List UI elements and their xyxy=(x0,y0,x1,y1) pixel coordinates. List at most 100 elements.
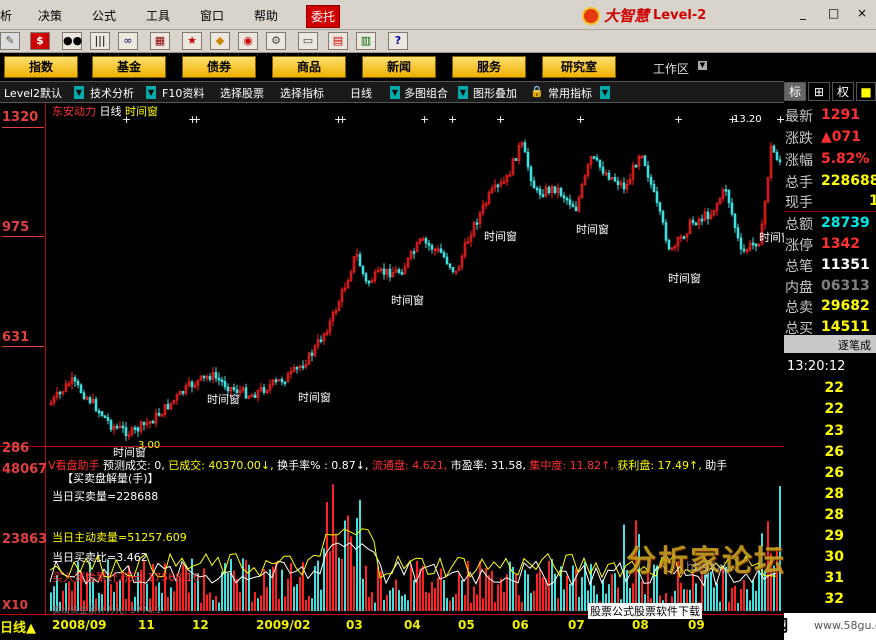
toolbar-common-indicators[interactable]: 常用指标 xyxy=(548,85,592,101)
grid-icon[interactable]: ▦ xyxy=(150,32,170,50)
dropdown-arrow-icon[interactable]: ▼ xyxy=(146,86,156,99)
menu-item-tools[interactable]: 工具 xyxy=(146,7,170,24)
volume-stat-turnover: 换手率% : 0.87↓, xyxy=(277,459,369,471)
chevron-down-icon[interactable]: ▼ xyxy=(698,61,707,70)
candle xyxy=(682,236,686,239)
volume-tick: X10 xyxy=(2,598,28,612)
volume-bar xyxy=(266,587,268,611)
toolbar-select-stock[interactable]: 选择股票 xyxy=(220,85,264,101)
quote-value: ▲071 xyxy=(821,129,861,145)
nav-button-commodity[interactable]: 商品 xyxy=(272,56,346,78)
volume-bar xyxy=(227,572,229,611)
volume-bar xyxy=(347,515,349,611)
price-tick: 1320 xyxy=(2,110,39,125)
volume-bar xyxy=(245,560,247,611)
dropdown-arrow-icon[interactable]: ▼ xyxy=(458,86,468,99)
candle xyxy=(295,366,299,370)
menu-item-window[interactable]: 窗口 xyxy=(200,7,224,24)
nav-button-service[interactable]: 服务 xyxy=(452,56,526,78)
watermark-site-url: www.58gu.com xyxy=(814,619,876,632)
candle xyxy=(400,272,404,275)
menu-bar: 析 决策 公式 工具 窗口 帮助 委托 大智慧 Level-2 _ □ × xyxy=(0,0,876,30)
volume-stat-profit: 获利盘: 17.49↑, xyxy=(617,459,702,471)
volume-bar xyxy=(512,566,514,611)
tab-rights[interactable]: 权 xyxy=(832,82,854,101)
volume-bar xyxy=(713,587,715,611)
monitor-icon[interactable]: ▭ xyxy=(298,32,318,50)
x-axis-label: 07 xyxy=(568,618,585,632)
candle xyxy=(730,202,734,215)
books-icon[interactable]: ▥ xyxy=(356,32,376,50)
candle xyxy=(700,218,704,222)
tick-volume: 26 xyxy=(824,444,844,460)
star-icon[interactable]: ★ xyxy=(182,32,202,50)
nav-button-index[interactable]: 指数 xyxy=(4,56,78,78)
volume-stat-assistant: 助手 xyxy=(705,459,728,471)
active-buy-volume: 当日主动卖量=51257.609 xyxy=(52,531,187,544)
candle xyxy=(166,403,170,410)
barcode-icon[interactable]: ||| xyxy=(90,32,110,50)
edit-icon[interactable]: ✎ xyxy=(0,32,20,50)
volume-bar xyxy=(374,602,376,611)
maximize-button[interactable]: □ xyxy=(828,6,839,20)
lock-icon[interactable]: 🔒 xyxy=(530,85,544,98)
nav-button-fund[interactable]: 基金 xyxy=(92,56,166,78)
tick-time: 13:20:12 xyxy=(787,359,846,374)
app-window: 析 决策 公式 工具 窗口 帮助 委托 大智慧 Level-2 _ □ × ✎ … xyxy=(0,0,876,640)
menu-item-analysis[interactable]: 析 xyxy=(0,7,12,24)
tab-quote[interactable]: 标 xyxy=(784,82,806,101)
nav-button-bond[interactable]: 债券 xyxy=(182,56,256,78)
volume-bar xyxy=(503,591,505,611)
volume-bar xyxy=(440,568,442,611)
tab-grid[interactable]: ⊞ xyxy=(808,82,830,101)
minimize-button[interactable]: _ xyxy=(800,6,806,20)
diamond-icon[interactable]: ◆ xyxy=(210,32,230,50)
toolbar-overlay[interactable]: 图形叠加 xyxy=(473,85,517,101)
candle xyxy=(439,248,443,253)
toolbar-period[interactable]: 日线 xyxy=(350,85,372,101)
candle xyxy=(754,243,758,247)
nav-button-news[interactable]: 新闻 xyxy=(362,56,436,78)
candle xyxy=(565,197,569,201)
ticks-header[interactable]: 逐笔成 xyxy=(784,335,876,353)
volume-bar xyxy=(488,575,490,611)
volume-bar xyxy=(743,580,745,611)
buy-sell-ratio: 当日买卖比=3.462 xyxy=(52,551,148,564)
candle xyxy=(283,381,287,385)
window-icon[interactable]: ▤ xyxy=(328,32,348,50)
help-cursor-icon[interactable]: ? xyxy=(388,32,408,50)
toolbar-level2-default[interactable]: Level2默认 xyxy=(4,85,62,101)
time-window-label: 时间窗 xyxy=(484,230,517,243)
volume-bar xyxy=(263,569,265,611)
period-footer[interactable]: 日线▲ xyxy=(0,617,45,636)
volume-bar xyxy=(461,579,463,611)
dropdown-arrow-icon[interactable]: ▼ xyxy=(390,86,400,99)
toolbar-select-indicator[interactable]: 选择指标 xyxy=(280,85,324,101)
menu-item-trade[interactable]: 委托 xyxy=(306,5,341,28)
close-button[interactable]: × xyxy=(857,6,867,20)
toolbar-multi-chart[interactable]: 多图组合 xyxy=(404,85,448,101)
work-area-label[interactable]: 工作区 xyxy=(653,60,689,77)
candle xyxy=(751,242,755,246)
volume-tick: 23863 xyxy=(2,532,48,547)
toolbar-f10[interactable]: F10资料 xyxy=(162,85,204,101)
eye-icon[interactable]: ◉ xyxy=(238,32,258,50)
candle xyxy=(220,379,224,383)
menu-item-help[interactable]: 帮助 xyxy=(254,7,278,24)
volume-bar xyxy=(209,592,211,611)
toolbar-technical[interactable]: 技术分析 xyxy=(90,85,134,101)
tab-more[interactable]: ■ xyxy=(856,82,876,101)
glasses-icon[interactable]: ●● xyxy=(62,32,82,50)
menu-item-decision[interactable]: 决策 xyxy=(38,7,62,24)
dropdown-arrow-icon[interactable]: ▼ xyxy=(74,86,84,99)
dropdown-arrow-icon[interactable]: ▼ xyxy=(600,86,610,99)
candle xyxy=(727,189,731,204)
volume-bar xyxy=(338,557,340,611)
top-right-price: 13.20 xyxy=(733,114,762,125)
menu-item-formula[interactable]: 公式 xyxy=(92,7,116,24)
dollar-icon[interactable]: $ xyxy=(30,32,50,50)
volume-bar xyxy=(296,584,298,611)
nav-button-research[interactable]: 研究室 xyxy=(542,56,616,78)
gear-icon[interactable]: ⚙ xyxy=(266,32,286,50)
binoculars-icon[interactable]: ∞ xyxy=(118,32,138,50)
